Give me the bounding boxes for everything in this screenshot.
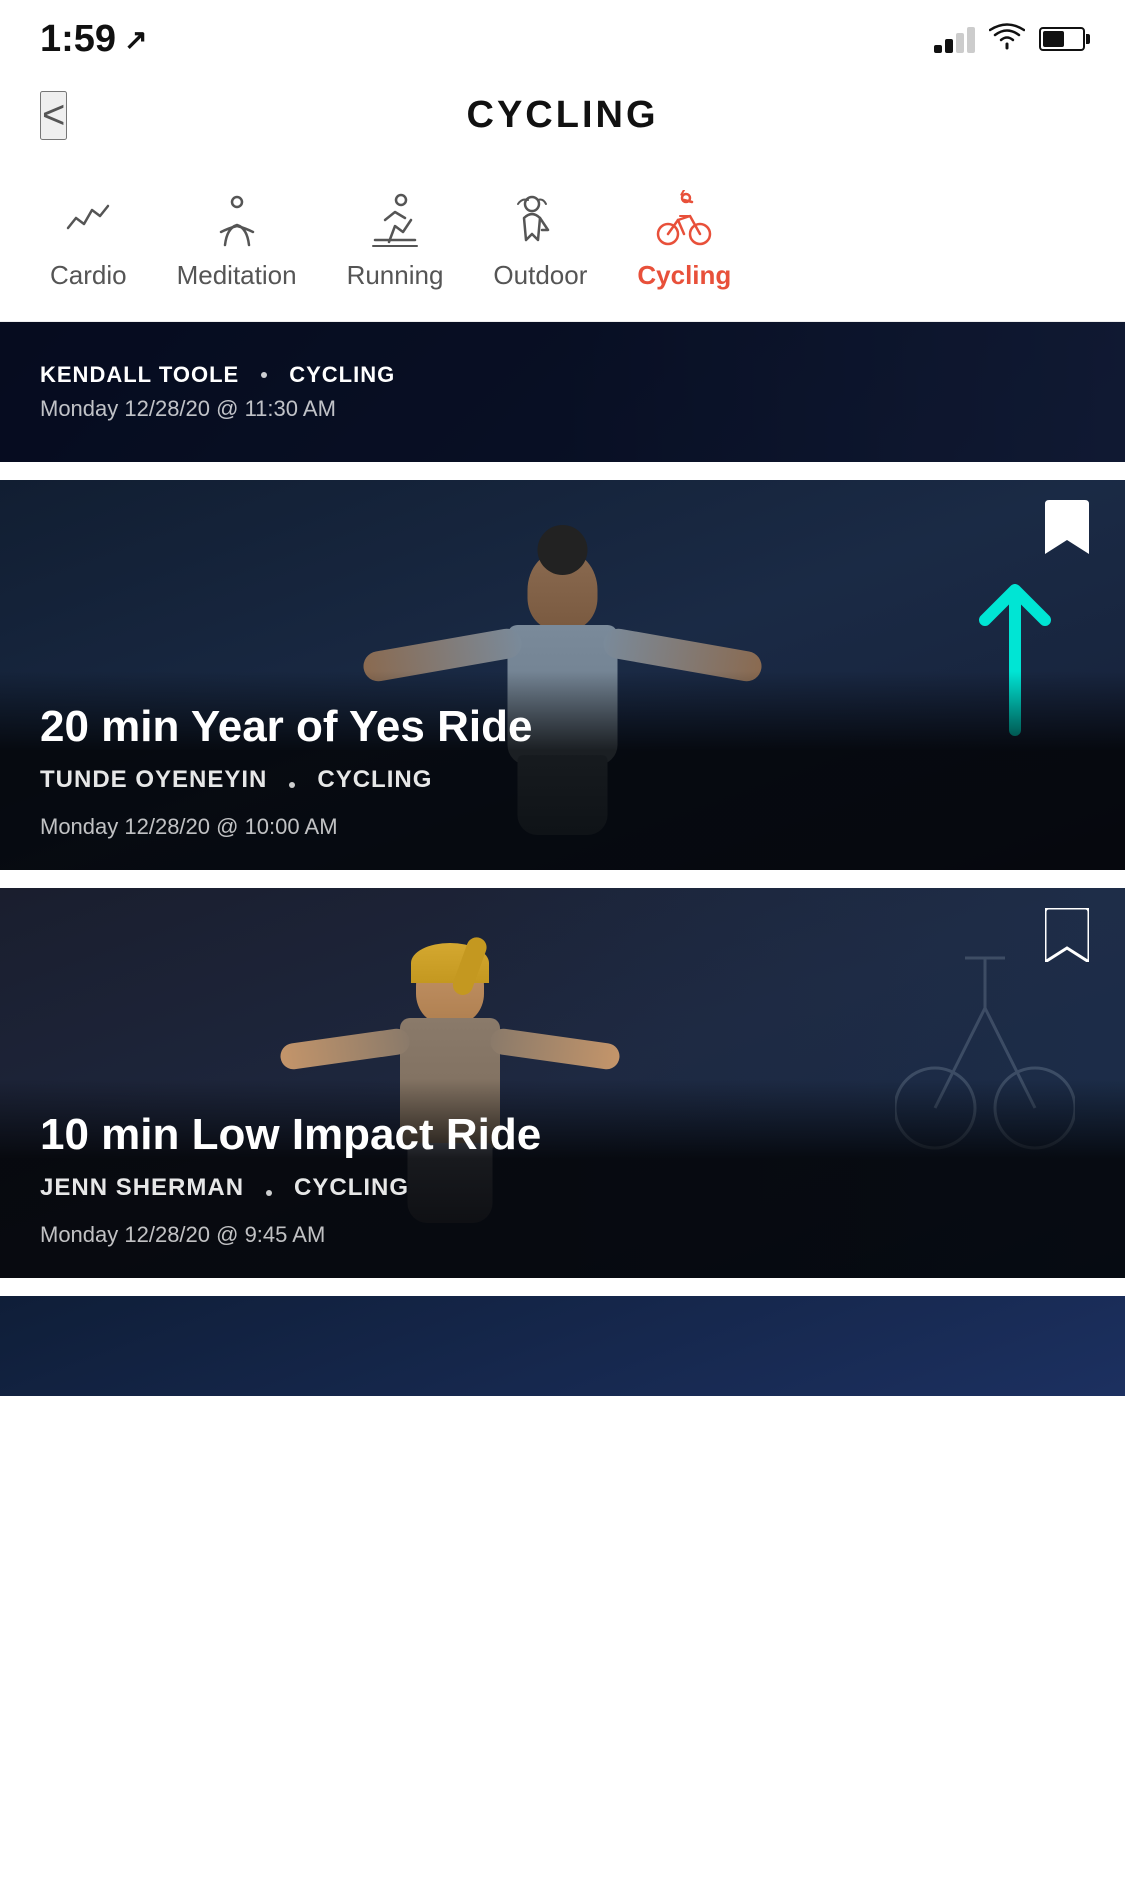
- sidebar-item-meditation[interactable]: Meditation: [157, 180, 317, 301]
- card-2-instructor: TUNDE OYENEYIN: [40, 766, 267, 794]
- wifi-icon: [989, 22, 1025, 57]
- signal-bar-2: [945, 39, 953, 53]
- card-3-category: CYCLING: [294, 1174, 409, 1202]
- outdoor-icon: [505, 190, 575, 250]
- dot-sep-1: [261, 372, 267, 378]
- signal-bar-4: [967, 27, 975, 53]
- cardio-icon: [53, 190, 123, 250]
- status-time: 1:59 ↗: [40, 18, 148, 61]
- card-2-overlay: 20 min Year of Yes Ride TUNDE OYENEYIN C…: [0, 671, 1125, 870]
- status-right: [934, 22, 1085, 57]
- battery-icon: [1039, 27, 1085, 51]
- card-2-category: CYCLING: [317, 766, 432, 794]
- location-icon: ↗: [124, 23, 147, 56]
- card-1-instructor: KENDALL TOOLE: [40, 362, 239, 388]
- bookmark-icon-3[interactable]: [1045, 908, 1089, 962]
- card-1-overlay: KENDALL TOOLE CYCLING Monday 12/28/20 @ …: [0, 322, 1125, 462]
- sidebar-item-running[interactable]: Running: [327, 180, 464, 301]
- card-1-datetime: Monday 12/28/20 @ 11:30 AM: [40, 396, 1085, 422]
- card-1-category: CYCLING: [289, 362, 395, 388]
- back-icon: <: [42, 93, 65, 137]
- battery-fill: [1043, 31, 1064, 47]
- card-3-instructor: JENN SHERMAN: [40, 1174, 244, 1202]
- meditation-label: Meditation: [177, 260, 297, 291]
- sidebar-item-outdoor[interactable]: Outdoor: [473, 180, 607, 301]
- category-nav: Cardio Meditation Running: [0, 160, 1125, 322]
- running-label: Running: [347, 260, 444, 291]
- dot-sep-3: [266, 1190, 272, 1196]
- workout-card-4-partial[interactable]: [0, 1296, 1125, 1396]
- sidebar-item-cardio[interactable]: Cardio: [30, 180, 147, 301]
- header: < CYCLING: [0, 70, 1125, 160]
- workout-card-2[interactable]: 20 min Year of Yes Ride TUNDE OYENEYIN C…: [0, 480, 1125, 870]
- cycling-label: Cycling: [637, 260, 731, 291]
- card-2-datetime: Monday 12/28/20 @ 10:00 AM: [40, 814, 1085, 840]
- signal-bar-3: [956, 33, 964, 53]
- status-bar: 1:59 ↗: [0, 0, 1125, 70]
- cards-container: KENDALL TOOLE CYCLING Monday 12/28/20 @ …: [0, 322, 1125, 1396]
- cardio-label: Cardio: [50, 260, 127, 291]
- sidebar-item-cycling[interactable]: Cycling: [617, 180, 751, 301]
- page-title: CYCLING: [467, 94, 659, 137]
- outdoor-label: Outdoor: [493, 260, 587, 291]
- dot-sep-2: [289, 782, 295, 788]
- bookmark-icon-2[interactable]: [1045, 500, 1089, 554]
- meditation-icon: [202, 190, 272, 250]
- workout-card-3[interactable]: 10 min Low Impact Ride JENN SHERMAN CYCL…: [0, 888, 1125, 1278]
- signal-bars: [934, 25, 975, 53]
- cycling-icon: [649, 190, 719, 250]
- signal-bar-1: [934, 45, 942, 53]
- time-display: 1:59: [40, 18, 116, 61]
- running-icon: [360, 190, 430, 250]
- workout-card-1[interactable]: KENDALL TOOLE CYCLING Monday 12/28/20 @ …: [0, 322, 1125, 462]
- card-2-title: 20 min Year of Yes Ride: [40, 701, 1085, 754]
- back-button[interactable]: <: [40, 91, 67, 140]
- card-3-overlay: 10 min Low Impact Ride JENN SHERMAN CYCL…: [0, 1079, 1125, 1278]
- card-3-datetime: Monday 12/28/20 @ 9:45 AM: [40, 1222, 1085, 1248]
- card-3-title: 10 min Low Impact Ride: [40, 1109, 1085, 1162]
